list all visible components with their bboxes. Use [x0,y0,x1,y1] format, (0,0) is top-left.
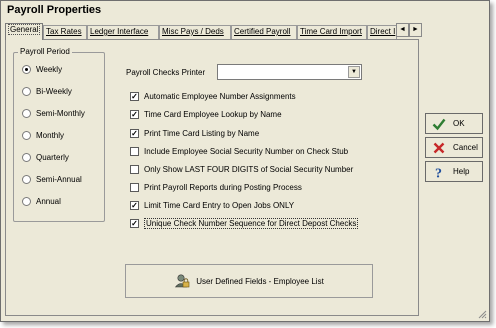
resize-grip-icon[interactable] [477,309,487,319]
user-defined-fields-label: User Defined Fields - Employee List [196,276,324,286]
checkbox-box: ✓ [130,128,139,138]
checkbox-last-four-ssn[interactable]: Only Show LAST FOUR DIGITS of Social Sec… [130,163,353,175]
payroll-properties-window: Payroll Properties General Tax Rates Led… [0,0,490,322]
printer-select[interactable]: ▼ [217,64,362,80]
help-button[interactable]: ? Help [425,161,483,182]
general-tab-panel: Payroll Period Weekly Bi-Weekly Semi-Mon… [5,39,419,316]
tab-general[interactable]: General [5,23,43,40]
chevron-down-icon[interactable]: ▼ [348,66,360,78]
payroll-period-legend: Payroll Period [18,47,72,56]
svg-text:?: ? [435,166,442,179]
user-defined-fields-button[interactable]: User Defined Fields - Employee List [125,264,373,298]
checkbox-box [130,182,139,192]
radio-label: Monthly [36,130,65,140]
checkbox-box: ✓ [130,218,139,228]
checkbox-include-ssn-on-stub[interactable]: Include Employee Social Security Number … [130,145,348,157]
radio-label: Bi-Weekly [36,86,72,96]
checkbox-auto-employee-number[interactable]: ✓ Automatic Employee Number Assignments [130,90,296,102]
radio-circle-icon [22,174,31,184]
radio-label: Weekly [36,64,63,74]
tab-direct[interactable]: Direct I [367,25,397,39]
tab-strip: General Tax Rates Ledger Interface Misc … [5,23,422,40]
checkbox-label: Include Employee Social Security Number … [144,146,349,156]
tab-label: Misc Pays / Deds [162,27,224,36]
radio-semi-annual[interactable]: Semi-Annual [22,173,82,185]
tab-label: Certified Payroll [234,27,291,36]
checkmark-icon [432,118,446,130]
help-icon: ? [435,166,442,179]
checkbox-box: ✓ [130,91,139,101]
checkbox-print-time-card-listing[interactable]: ✓ Print Time Card Listing by Name [130,127,259,139]
tab-scroll-left-icon[interactable]: ◄ [396,23,409,37]
radio-bi-weekly[interactable]: Bi-Weekly [22,85,72,97]
tab-label: Tax Rates [46,27,82,36]
checkbox-label: Automatic Employee Number Assignments [144,91,296,101]
checkbox-label: Time Card Employee Lookup by Name [144,109,282,119]
tab-certified-payroll[interactable]: Certified Payroll [231,25,297,39]
tab-label: Time Card Import [300,27,362,36]
radio-label: Annual [36,196,61,206]
radio-monthly[interactable]: Monthly [22,129,64,141]
radio-label: Semi-Annual [36,174,82,184]
radio-circle-icon [22,152,31,162]
printer-label: Payroll Checks Printer [126,68,206,77]
tab-scroll-right-icon[interactable]: ► [409,23,422,37]
radio-weekly[interactable]: Weekly [22,63,62,75]
close-icon [433,142,445,153]
checkbox-box: ✓ [130,109,139,119]
checkbox-label: Unique Check Number Sequence for Direct … [144,217,359,229]
checkbox-unique-check-number[interactable]: ✓ Unique Check Number Sequence for Direct… [130,217,359,229]
cancel-label: Cancel [453,143,478,152]
tab-label: Direct I [370,27,396,36]
checkbox-print-reports-posting[interactable]: Print Payroll Reports during Posting Pro… [130,181,302,193]
help-label: Help [453,167,470,176]
user-lock-icon [175,274,190,288]
radio-circle-icon [22,108,31,118]
checkbox-box [130,164,139,174]
window-title: Payroll Properties [7,4,102,16]
radio-quarterly[interactable]: Quarterly [22,151,69,163]
tab-misc-pays-deds[interactable]: Misc Pays / Deds [159,25,231,39]
ok-button[interactable]: OK [425,113,483,134]
radio-circle-icon [22,64,31,74]
checkbox-limit-open-jobs[interactable]: ✓ Limit Time Card Entry to Open Jobs ONLY [130,199,294,211]
tab-time-card-import[interactable]: Time Card Import [297,25,367,39]
radio-annual[interactable]: Annual [22,195,61,207]
radio-circle-icon [22,86,31,96]
radio-circle-icon [22,130,31,140]
radio-circle-icon [22,196,31,206]
cancel-button[interactable]: Cancel [425,137,483,158]
tab-ledger-interface[interactable]: Ledger Interface [87,25,159,39]
tab-label: General [8,24,41,35]
checkbox-label: Print Time Card Listing by Name [144,128,260,138]
checkbox-label: Print Payroll Reports during Posting Pro… [144,182,302,192]
checkbox-label: Limit Time Card Entry to Open Jobs ONLY [144,200,295,210]
tab-label: Ledger Interface [90,27,149,36]
tab-tax-rates[interactable]: Tax Rates [43,25,87,39]
checkbox-label: Only Show LAST FOUR DIGITS of Social Sec… [144,164,354,174]
checkbox-time-card-lookup[interactable]: ✓ Time Card Employee Lookup by Name [130,108,282,120]
radio-label: Semi-Monthly [36,108,85,118]
ok-label: OK [453,119,465,128]
checkbox-box [130,146,139,156]
radio-semi-monthly[interactable]: Semi-Monthly [22,107,85,119]
radio-label: Quarterly [36,152,69,162]
payroll-period-group: Payroll Period Weekly Bi-Weekly Semi-Mon… [13,47,105,222]
checkbox-box: ✓ [130,200,139,210]
